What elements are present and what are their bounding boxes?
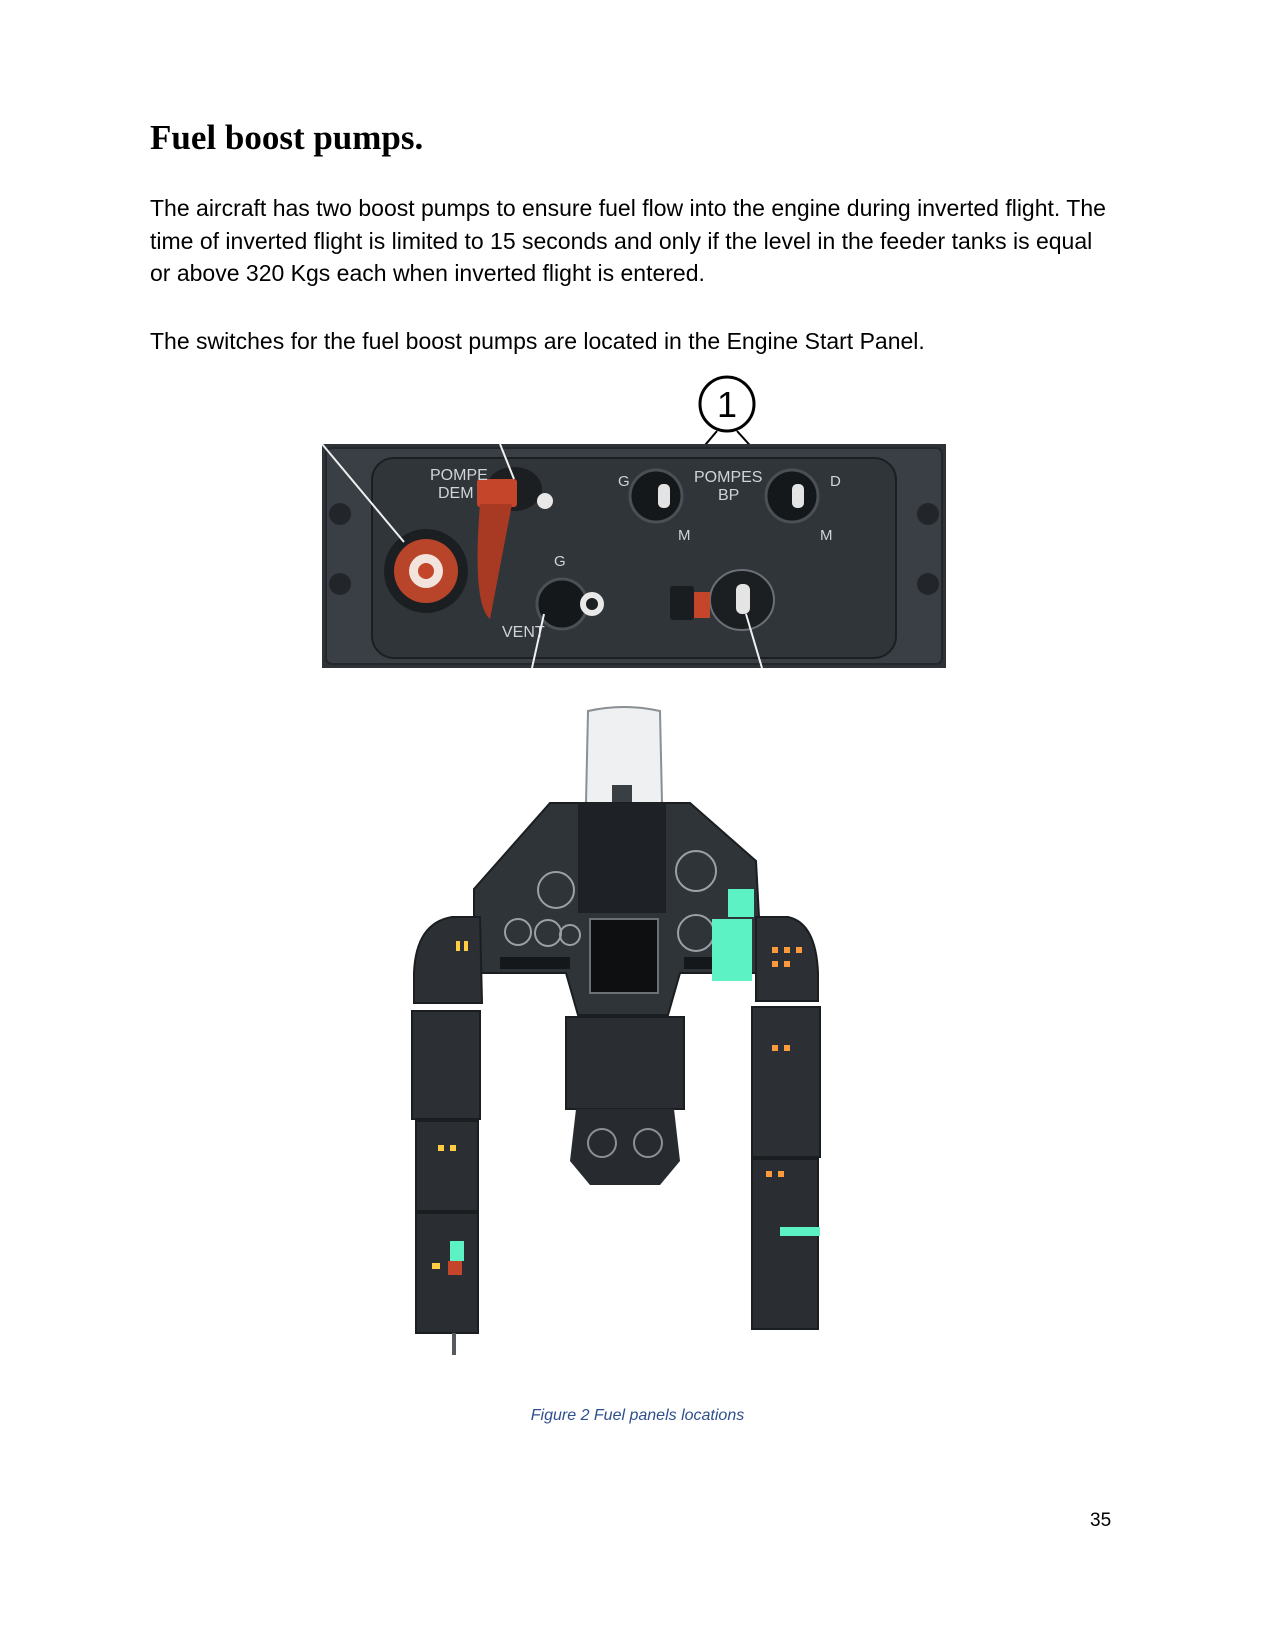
- label-bp: BP: [718, 487, 739, 504]
- label-m-left: M: [678, 527, 691, 544]
- page-number: 35: [1090, 1510, 1112, 1531]
- page-heading: Fuel boost pumps.: [150, 118, 424, 157]
- engine-start-panel-image: POMPE DEM G M POMPES BP D M G VENT: [322, 444, 946, 668]
- callout-number: 1: [717, 384, 737, 425]
- start-button-icon: [384, 529, 468, 613]
- intro-paragraph: The aircraft has two boost pumps to ensu…: [150, 195, 1106, 286]
- label-dem: DEM: [438, 485, 474, 502]
- highlight-main-small: [728, 889, 754, 917]
- label-g-left: G: [618, 473, 630, 490]
- highlight-left-console: [450, 1241, 464, 1261]
- highlight-main-large: [712, 919, 752, 981]
- label-pompe: POMPE: [430, 467, 488, 484]
- label-g-vent: G: [554, 553, 566, 570]
- label-d: D: [830, 473, 841, 490]
- highlight-right-console: [780, 1227, 820, 1236]
- right-boost-pump-toggle-icon: [764, 468, 820, 524]
- label-m-right: M: [820, 527, 833, 544]
- switch-location-paragraph: The switches for the fuel boost pumps ar…: [150, 328, 925, 354]
- cockpit-panels-image: [411, 706, 821, 1355]
- left-boost-pump-toggle-icon: [628, 468, 684, 524]
- figure-caption: Figure 2 Fuel panels locations: [530, 1407, 745, 1424]
- label-pompes: POMPES: [694, 469, 762, 486]
